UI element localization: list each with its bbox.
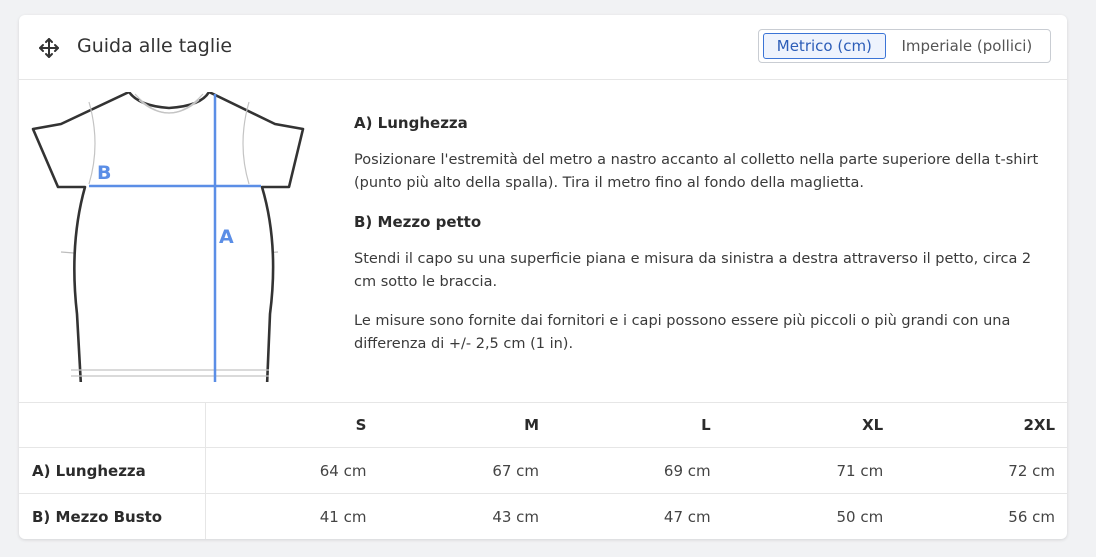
size-s: S	[205, 402, 367, 448]
chest-title: B) Mezzo petto	[354, 213, 482, 231]
chest-text: Stendi il capo su una superficie piana e…	[354, 251, 1032, 290]
tshirt-diagram: B A	[31, 92, 305, 382]
imperial-unit-button[interactable]: Imperiale (pollici)	[888, 33, 1046, 59]
chest-xl: 50 cm	[836, 507, 884, 526]
chest-s: 41 cm	[319, 507, 367, 526]
size-m: M	[366, 402, 540, 448]
tolerance-note: Le misure sono fornite dai fornitori e i…	[354, 313, 1011, 352]
length-title: A) Lunghezza	[354, 114, 468, 132]
size-guide-body: B A A) Lunghezza Posizionare l'estremità…	[19, 80, 1067, 403]
size-guide-card: Guida alle taglie Metrico (cm) Imperiale…	[19, 15, 1067, 539]
size-l: L	[539, 402, 711, 448]
size-header-row: S M L XL 2XL	[19, 402, 1067, 448]
label-b: B	[97, 162, 111, 184]
length-xl: 71 cm	[710, 447, 884, 494]
row-label-length: A) Lunghezza	[19, 447, 206, 494]
length-s: 64 cm	[205, 447, 367, 494]
measurement-instructions: A) Lunghezza Posizionare l'estremità del…	[354, 112, 1044, 372]
row-label-chest: B) Mezzo Busto	[19, 493, 206, 539]
table-row: A) Lunghezza 64 cm 67 cm 69 cm 71 cm 72 …	[19, 447, 1067, 494]
table-row: B) Mezzo Busto 41 cm 43 cm 47 cm 50 cm 5…	[19, 493, 1067, 539]
metric-unit-button[interactable]: Metrico (cm)	[763, 33, 886, 59]
unit-toggle: Metrico (cm) Imperiale (pollici)	[758, 29, 1051, 63]
length-m: 67 cm	[366, 447, 540, 494]
chest-2xl: 56 cm	[1008, 507, 1055, 526]
label-a: A	[219, 226, 234, 248]
size-2xl: 2XL	[883, 402, 1067, 448]
length-2xl: 72 cm	[883, 447, 1067, 494]
tshirt-outline	[31, 92, 305, 382]
size-xl: XL	[710, 402, 884, 448]
page-title: Guida alle taglie	[77, 35, 233, 57]
size-table: S M L XL 2XL A) Lunghezza 64 cm 67 cm 69…	[19, 402, 1067, 539]
length-l: 69 cm	[539, 447, 711, 494]
chest-l: 47 cm	[663, 507, 711, 526]
chest-m: 43 cm	[492, 507, 540, 526]
move-icon[interactable]	[38, 37, 60, 59]
corner-cell	[19, 402, 206, 448]
size-guide-header: Guida alle taglie Metrico (cm) Imperiale…	[19, 15, 1067, 80]
length-text: Posizionare l'estremità del metro a nast…	[354, 152, 1039, 191]
